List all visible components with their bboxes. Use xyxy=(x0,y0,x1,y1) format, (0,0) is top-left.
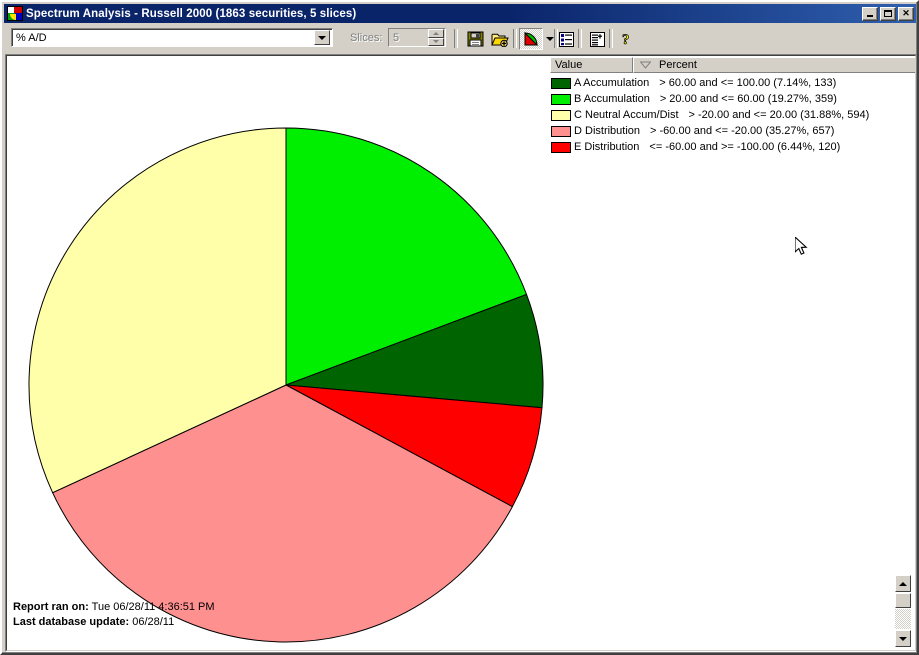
scroll-track[interactable] xyxy=(895,609,911,629)
chevron-down-icon[interactable] xyxy=(314,30,330,45)
application-window: Spectrum Analysis - Russell 2000 (1863 s… xyxy=(0,0,919,655)
slices-increment[interactable] xyxy=(428,29,444,38)
pie-chart-icon xyxy=(524,31,538,46)
legend-row-range: > 20.00 and <= 60.00 (19.27%, 359) xyxy=(659,93,837,105)
legend-row-range: > -20.00 and <= 20.00 (31.88%, 594) xyxy=(688,109,870,121)
legend-row-label: C Neutral Accum/Dist xyxy=(574,109,679,121)
close-button[interactable]: ✕ xyxy=(898,6,914,21)
save-button[interactable] xyxy=(463,28,487,50)
legend-column-percent[interactable]: Percent xyxy=(633,57,915,73)
open-add-button[interactable] xyxy=(488,28,512,50)
legend-row-label: D Distribution xyxy=(574,125,641,137)
report-view-button[interactable] xyxy=(554,28,578,50)
folder-add-icon xyxy=(491,33,509,47)
report-canvas: Value Percent A Accumulation > 60.00 and … xyxy=(6,55,916,651)
pie-chart[interactable] xyxy=(7,56,627,651)
floppy-disk-icon xyxy=(467,31,483,47)
legend-row[interactable]: B Accumulation > 20.00 and <= 60.00 (19.2… xyxy=(550,91,915,107)
legend-column-percent-label: Percent xyxy=(659,59,697,71)
legend-color-swatch xyxy=(551,125,571,137)
legend-row-range: <= -60.00 and >= -100.00 (6.44%, 120) xyxy=(649,141,841,153)
db-update-label: Last database update: xyxy=(13,616,130,628)
db-update-value: 06/28/11 xyxy=(132,616,175,628)
legend-row-label: A Accumulation xyxy=(574,77,650,89)
question-mark-icon: ? xyxy=(622,32,630,47)
detail-report-button[interactable] xyxy=(585,28,609,50)
legend-row-label: E Distribution xyxy=(574,141,640,153)
scroll-down-button[interactable] xyxy=(895,630,911,647)
triangle-down-icon xyxy=(899,636,907,641)
legend-rows: A Accumulation > 60.00 and <= 100.00 (7.1… xyxy=(550,74,915,155)
db-update-line: Last database update: 06/28/11 xyxy=(13,615,215,630)
toolbar-separator xyxy=(513,29,517,48)
detail-report-icon xyxy=(589,31,605,47)
legend-row[interactable]: D Distribution > -60.00 and <= -20.00 (35… xyxy=(550,123,915,139)
app-pie-icon xyxy=(7,6,23,21)
minimize-icon xyxy=(867,15,873,17)
svg-text:?: ? xyxy=(622,32,630,47)
mode-select[interactable]: % A/D xyxy=(11,28,333,47)
toolbar-separator xyxy=(578,29,582,48)
legend-row-range: > -60.00 and <= -20.00 (35.27%, 657) xyxy=(650,125,835,137)
mode-select-value: % A/D xyxy=(16,31,47,44)
legend-row[interactable]: E Distribution <= -60.00 and >= -100.00 (… xyxy=(550,139,915,155)
toolbar-separator xyxy=(454,29,458,48)
legend-color-swatch xyxy=(551,93,571,105)
triangle-up-icon xyxy=(899,581,907,586)
list-report-icon xyxy=(558,31,574,47)
toolbar: % A/D Slices: 5 ? xyxy=(5,25,916,52)
legend-header: Value Percent xyxy=(550,57,915,73)
scroll-thumb[interactable] xyxy=(895,593,911,608)
window-title: Spectrum Analysis - Russell 2000 (1863 s… xyxy=(26,7,357,20)
legend-column-value[interactable]: Value xyxy=(550,57,633,73)
report-ran-label: Report ran on: xyxy=(13,601,89,613)
slices-label: Slices: xyxy=(350,32,383,44)
window-controls: ✕ xyxy=(862,6,914,21)
slices-stepper[interactable]: 5 xyxy=(388,28,446,47)
descending-sort-icon xyxy=(640,61,651,69)
maximize-icon xyxy=(884,10,892,17)
vertical-scrollbar[interactable] xyxy=(895,575,912,647)
report-ran-value: Tue 06/28/11 4:36:51 PM xyxy=(91,601,215,613)
slices-decrement[interactable] xyxy=(428,37,444,46)
chart-view-button[interactable] xyxy=(519,28,543,50)
legend-row-range: > 60.00 and <= 100.00 (7.14%, 133) xyxy=(659,77,837,89)
report-client-area: Value Percent A Accumulation > 60.00 and … xyxy=(5,54,917,652)
legend-row[interactable]: C Neutral Accum/Dist > -20.00 and <= 20.0… xyxy=(550,107,915,123)
scroll-up-button[interactable] xyxy=(895,575,911,592)
legend: Value Percent A Accumulation > 60.00 and … xyxy=(550,57,915,157)
legend-color-swatch xyxy=(551,141,571,153)
close-icon: ✕ xyxy=(902,8,910,18)
legend-row-label: B Accumulation xyxy=(574,93,650,105)
toolbar-separator xyxy=(609,29,613,48)
slices-value: 5 xyxy=(393,31,400,44)
slices-spin-buttons[interactable] xyxy=(428,29,444,46)
chevron-down-icon xyxy=(545,37,554,41)
legend-row[interactable]: A Accumulation > 60.00 and <= 100.00 (7.1… xyxy=(550,75,915,91)
report-ran-line: Report ran on: Tue 06/28/11 4:36:51 PM xyxy=(13,600,215,615)
help-button[interactable]: ? xyxy=(614,28,638,50)
legend-color-swatch xyxy=(551,77,571,89)
minimize-button[interactable] xyxy=(862,6,878,21)
title-bar[interactable]: Spectrum Analysis - Russell 2000 (1863 s… xyxy=(4,4,917,23)
report-footer: Report ran on: Tue 06/28/11 4:36:51 PM L… xyxy=(13,600,215,630)
legend-color-swatch xyxy=(551,109,571,121)
maximize-button[interactable] xyxy=(880,6,896,21)
